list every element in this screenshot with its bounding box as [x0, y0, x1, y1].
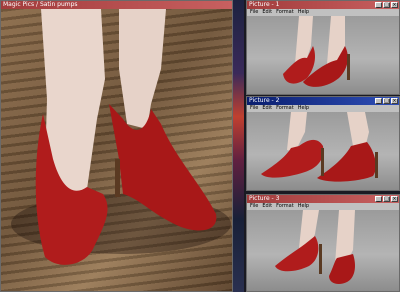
maximize-button[interactable]: □ [383, 2, 390, 8]
menu-help[interactable]: Help [298, 9, 309, 16]
menu-help[interactable]: Help [298, 105, 309, 112]
picture-2-menubar: File Edit Format Help [247, 105, 399, 112]
minimize-button[interactable]: _ [375, 196, 382, 202]
menu-edit[interactable]: Edit [262, 9, 272, 16]
picture-3-titlebar[interactable]: Picture - 3 _ □ × [247, 195, 399, 203]
picture-3-title: Picture - 3 [249, 195, 280, 202]
maximize-button[interactable]: □ [383, 196, 390, 202]
menu-file[interactable]: File [250, 105, 258, 112]
close-button[interactable]: × [391, 2, 398, 8]
menu-format[interactable]: Format [276, 105, 294, 112]
desktop-background [232, 0, 244, 292]
picture-window-3[interactable]: Picture - 3 _ □ × File Edit Format Help [246, 194, 400, 292]
picture-1-title: Picture - 1 [249, 1, 280, 8]
close-button[interactable]: × [391, 98, 398, 104]
picture-3-image [275, 210, 355, 284]
picture-2-canvas [247, 112, 399, 190]
main-picture-canvas [1, 9, 232, 291]
menu-edit[interactable]: Edit [262, 105, 272, 112]
close-button[interactable]: × [391, 196, 398, 202]
picture-1-canvas [247, 16, 399, 94]
minimize-button[interactable]: _ [375, 98, 382, 104]
picture-3-menubar: File Edit Format Help [247, 203, 399, 210]
picture-2-title: Picture - 2 [249, 97, 280, 104]
main-window-title: Magic Pics / Satin pumps [3, 1, 78, 8]
menu-help[interactable]: Help [298, 203, 309, 210]
picture-1-menubar: File Edit Format Help [247, 9, 399, 16]
picture-1-image [283, 16, 350, 87]
menu-file[interactable]: File [250, 9, 258, 16]
main-window-titlebar[interactable]: Magic Pics / Satin pumps [1, 1, 232, 9]
menu-file[interactable]: File [250, 203, 258, 210]
menu-edit[interactable]: Edit [262, 203, 272, 210]
minimize-button[interactable]: _ [375, 2, 382, 8]
picture-window-1[interactable]: Picture - 1 _ □ × File Edit Format Help [246, 0, 400, 95]
picture-2-image [261, 112, 378, 182]
maximize-button[interactable]: □ [383, 98, 390, 104]
picture-1-titlebar[interactable]: Picture - 1 _ □ × [247, 1, 399, 9]
picture-3-canvas [247, 210, 399, 291]
main-picture-image [11, 9, 231, 265]
main-picture-window[interactable]: Magic Pics / Satin pumps [0, 0, 233, 292]
menu-format[interactable]: Format [276, 203, 294, 210]
picture-2-titlebar[interactable]: Picture - 2 _ □ × [247, 97, 399, 105]
picture-window-2[interactable]: Picture - 2 _ □ × File Edit Format Help [246, 96, 400, 191]
menu-format[interactable]: Format [276, 9, 294, 16]
